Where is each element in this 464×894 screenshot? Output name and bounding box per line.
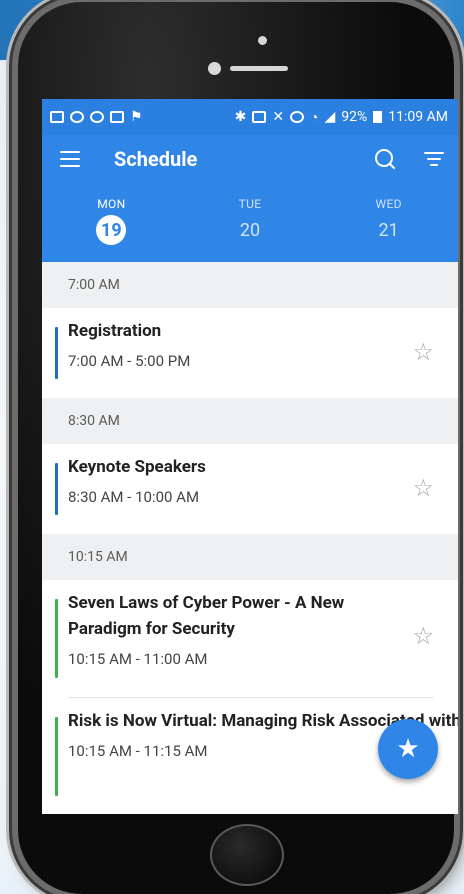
session-title: Risk is Now Virtual: Managing Risk Assoc… — [68, 711, 458, 731]
status-system: ✱ ✕ ◔ ◢ 92% 11:09 AM — [235, 109, 448, 126]
track-color-bar — [55, 717, 58, 796]
filter-icon[interactable] — [424, 152, 444, 166]
session-time: 10:15 AM - 11:00 AM — [68, 650, 208, 668]
home-button[interactable] — [210, 824, 284, 886]
bluetooth-icon: ✱ — [234, 109, 247, 125]
day-name: TUE — [238, 197, 262, 211]
session-time: 8:30 AM - 10:00 AM — [68, 488, 200, 506]
status-notifications: ⚑ — [50, 109, 143, 125]
search-icon[interactable] — [374, 148, 396, 170]
track-color-bar — [55, 599, 58, 678]
favorite-star-icon[interactable]: ☆ — [412, 338, 434, 366]
flag-icon: ⚑ — [130, 109, 143, 125]
phone-frame: ⚑ ✱ ✕ ◔ ◢ 92% 11:09 AM Schedule MON 19 T… — [18, 2, 458, 894]
nfc-icon — [252, 111, 267, 123]
session-item[interactable]: Registration 7:00 AM - 5:00 PM ☆ — [42, 308, 458, 398]
session-title: Seven Laws of Cyber Power - A New Paradi… — [68, 593, 345, 639]
day-number: 20 — [239, 219, 261, 241]
cloud-icon — [70, 111, 84, 123]
sensor-dot — [258, 36, 267, 45]
favorite-star-icon[interactable]: ☆ — [412, 474, 434, 502]
session-title: Keynote Speakers — [68, 457, 206, 477]
signal-icon: ◢ — [324, 109, 336, 125]
earpiece-speaker — [230, 66, 288, 71]
session-item[interactable]: Keynote Speakers 8:30 AM - 10:00 AM ☆ — [42, 444, 458, 534]
track-color-bar — [55, 327, 58, 379]
favorites-fab-button[interactable]: ★ — [378, 719, 438, 779]
time-slot-header: 10:15 AM — [42, 534, 458, 580]
page-title: Schedule — [114, 147, 198, 171]
battery-icon — [373, 111, 383, 123]
mail-icon — [50, 111, 64, 123]
session-time: 7:00 AM - 5:00 PM — [68, 352, 191, 370]
wifi-icon: ◔ — [310, 109, 319, 126]
mute-icon: ✕ — [272, 109, 285, 125]
clock: 11:09 AM — [388, 109, 448, 125]
tab-day-mon[interactable]: MON 19 — [42, 183, 181, 262]
image-icon — [110, 111, 124, 123]
session-time: 10:15 AM - 11:15 AM — [68, 742, 208, 760]
app-screen: ⚑ ✱ ✕ ◔ ◢ 92% 11:09 AM Schedule MON 19 T… — [42, 99, 458, 814]
front-camera — [208, 62, 221, 75]
track-color-bar — [55, 463, 58, 515]
menu-icon[interactable] — [60, 151, 80, 167]
time-slot-header: 8:30 AM — [42, 398, 458, 444]
tab-day-tue[interactable]: TUE 20 — [181, 183, 320, 262]
day-number: 19 — [96, 215, 127, 245]
alarm-icon — [290, 111, 305, 123]
tab-day-wed[interactable]: WED 21 — [319, 183, 458, 262]
session-title: Registration — [68, 321, 162, 341]
favorite-star-icon[interactable]: ☆ — [412, 622, 434, 650]
day-number: 21 — [378, 219, 399, 241]
session-item[interactable]: Seven Laws of Cyber Power - A New Paradi… — [42, 580, 458, 697]
day-name: WED — [375, 197, 402, 211]
time-slot-header: 7:00 AM — [42, 262, 458, 308]
status-bar: ⚑ ✱ ✕ ◔ ◢ 92% 11:09 AM — [42, 99, 458, 135]
upload-icon — [90, 111, 104, 123]
day-name: MON — [97, 197, 126, 211]
day-tabs: MON 19 TUE 20 WED 21 — [42, 183, 458, 262]
star-icon: ★ — [396, 734, 420, 764]
app-bar: Schedule — [42, 135, 458, 183]
battery-percent: 92% — [341, 109, 368, 125]
